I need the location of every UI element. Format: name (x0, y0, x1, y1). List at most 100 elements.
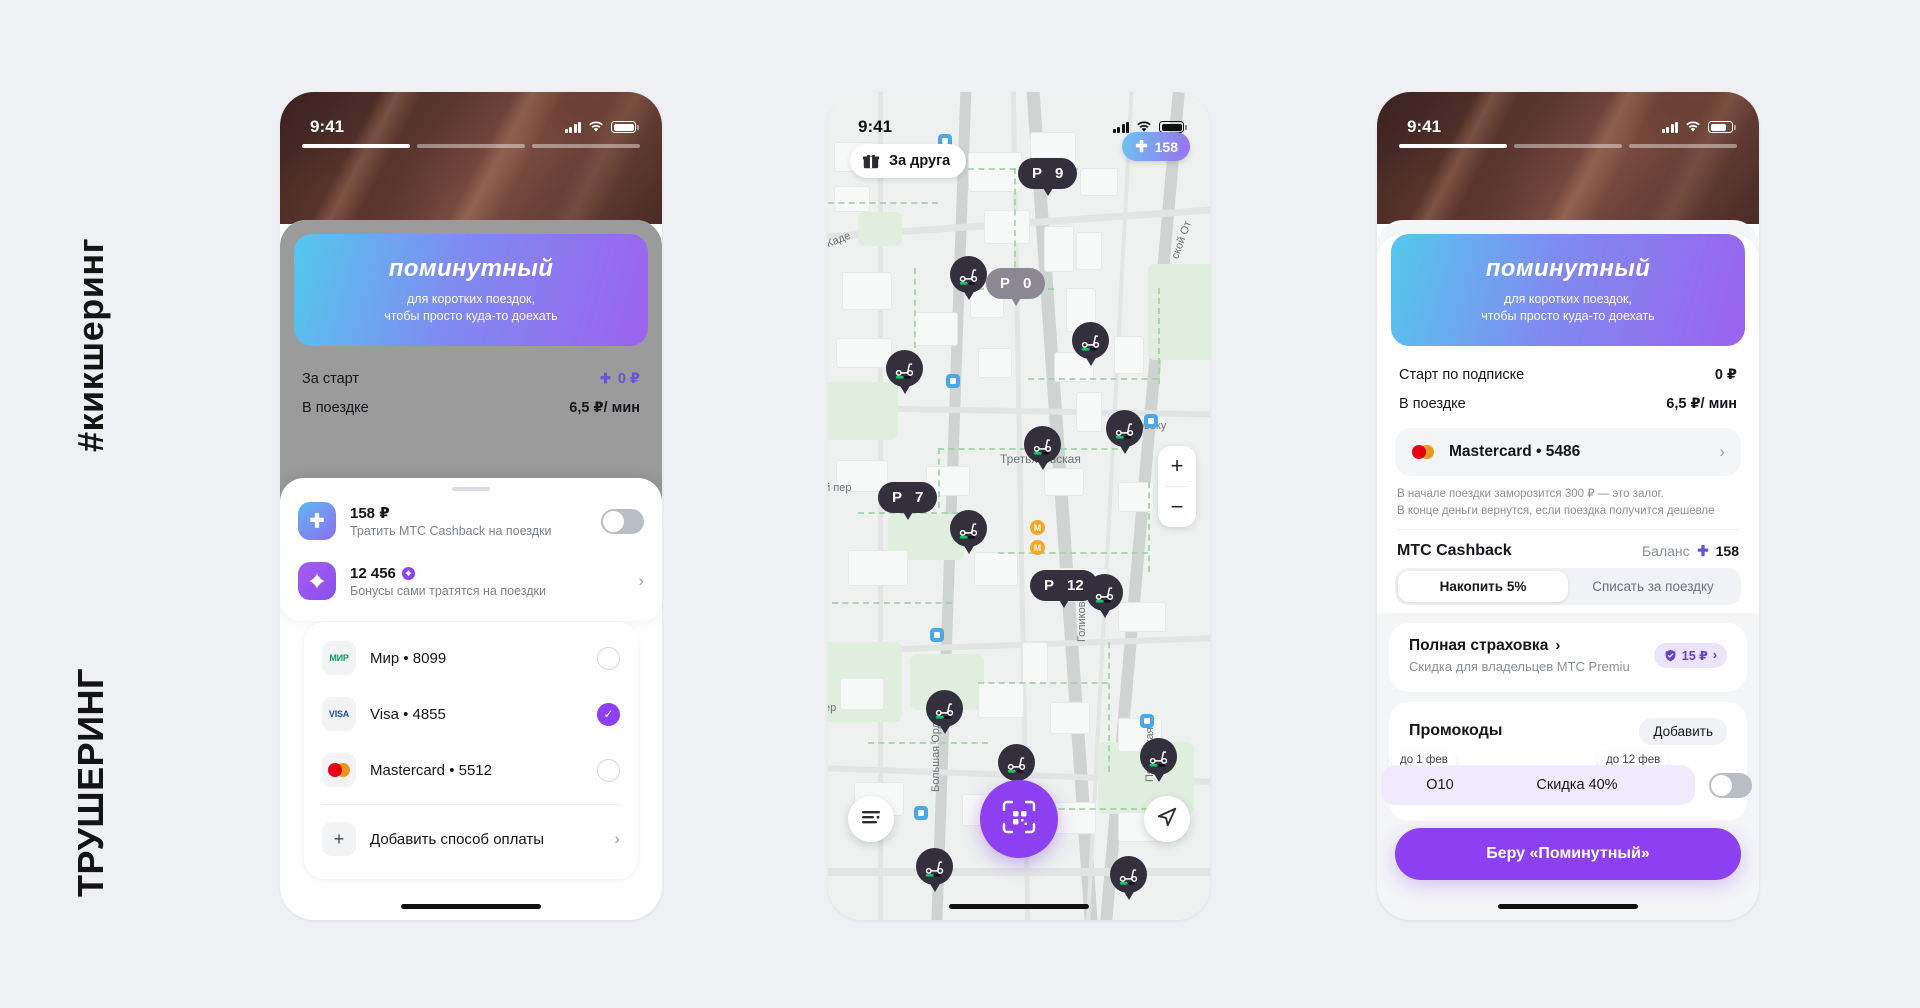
add-promocode-button[interactable]: Добавить (1639, 717, 1727, 745)
cashback-balance-value: 158 (1715, 542, 1739, 559)
parking-letter: P (1032, 165, 1043, 182)
filters-icon (861, 809, 881, 830)
cashback-section-header: МТС Cashback Баланс 158 (1377, 530, 1759, 568)
cashback-icon (599, 372, 612, 385)
signal-icon (1661, 121, 1678, 133)
cashback-mode-segmented[interactable]: Накопить 5% Списать за поездку (1395, 567, 1741, 605)
chevron-right-icon[interactable]: › (638, 571, 644, 591)
scooter-pin[interactable] (1024, 426, 1061, 463)
phone-screen-map: Каде ской От Новоку Третьяковская ий пер… (828, 92, 1210, 920)
filters-button[interactable] (848, 796, 894, 842)
ride-for-friend-button[interactable]: За друга (850, 144, 967, 178)
scooter-pin[interactable] (926, 690, 963, 727)
selected-payment-card[interactable]: Mastercard • 5486 › (1395, 428, 1741, 476)
parking-pin[interactable]: P 0 (986, 268, 1046, 299)
add-payment-method-label: Добавить способ оплаты (370, 830, 545, 848)
insurance-subtitle: Скидка для владельцев МТС Premiu (1409, 658, 1630, 674)
price-list: За старт 0 ₽ В поездке 6,5 ₽/ мин (280, 364, 662, 422)
cashback-row[interactable]: 158 ₽ Тратить МТС Cashback на поездки (280, 491, 662, 551)
cashback-title: МТС Cashback (1397, 541, 1512, 559)
cashback-balance-chip[interactable]: 158 (1121, 132, 1190, 161)
bonus-row[interactable]: 12 456 Бонусы сами тратятся на поездки › (280, 551, 662, 611)
gift-icon (862, 152, 880, 170)
map-canvas[interactable]: Каде ской От Новоку Третьяковская ий пер… (828, 92, 1210, 920)
parking-letter: P (1044, 577, 1055, 594)
promocode-card[interactable]: Скидка 40% (1459, 764, 1695, 805)
locate-button[interactable] (1144, 796, 1190, 842)
story-progress[interactable] (1377, 144, 1759, 148)
parking-pin[interactable]: P 9 (1018, 158, 1078, 189)
add-payment-method-row[interactable]: + Добавить способ оплаты › (304, 811, 638, 867)
bonus-subtitle: Бонусы сами тратятся на поездки (350, 583, 546, 598)
scooter-pin[interactable] (950, 510, 987, 547)
story-progress[interactable] (280, 144, 662, 148)
divider (322, 804, 620, 805)
payment-method-row[interactable]: Mastercard • 5512 (304, 742, 638, 798)
hashtag-trusharing-label: ТРУШЕРИНГ (70, 668, 111, 897)
cashback-mode-spend[interactable]: Списать за поездку (1568, 571, 1738, 602)
map-zoom-controls[interactable]: + − (1158, 446, 1196, 527)
tariff-banner-title: поминутный (388, 254, 554, 282)
payment-radio[interactable] (597, 758, 620, 782)
promocode-toggle[interactable] (1709, 772, 1752, 798)
status-time: 9:41 (1407, 117, 1442, 136)
story-progress-segment (302, 144, 410, 148)
payment-radio[interactable] (597, 646, 620, 670)
cashback-subtitle: Тратить МТС Cashback на поездки (350, 524, 552, 538)
cashback-mode-accumulate[interactable]: Накопить 5% (1398, 570, 1568, 602)
story-progress-segment (1399, 144, 1507, 148)
take-tariff-button[interactable]: Беру «Поминутный» (1395, 828, 1741, 880)
cashback-toggle[interactable] (601, 508, 644, 534)
price-value: 6,5 ₽/ мин (569, 399, 640, 416)
deposit-note-line-2: В конце деньги вернутся, если поездка по… (1397, 505, 1715, 518)
parking-pin[interactable]: P 12 (1030, 570, 1098, 601)
battery-icon (1708, 121, 1736, 133)
cashback-icon (1134, 139, 1149, 154)
qr-scan-button[interactable] (980, 780, 1058, 858)
payment-method-row[interactable]: VISA Visa • 4855 ✓ (304, 686, 638, 742)
tariff-banner[interactable]: поминутный для коротких поездок, чтобы п… (294, 234, 648, 346)
cashback-balance-value: 158 (1154, 138, 1178, 155)
price-label: В поездке (302, 399, 369, 416)
story-progress-segment (1514, 144, 1622, 148)
scooter-pin[interactable] (950, 256, 987, 293)
scooter-pin[interactable] (998, 744, 1035, 781)
scooter-pin[interactable] (1106, 410, 1143, 447)
home-indicator (1498, 904, 1638, 909)
cashback-balance-label: Баланс (1641, 542, 1690, 559)
chevron-right-icon[interactable]: › (1719, 442, 1725, 462)
cashback-amount: 158 ₽ (350, 505, 390, 522)
scooter-pin[interactable] (916, 848, 953, 885)
status-bar: 9:41 (280, 92, 662, 148)
cashback-icon (298, 502, 336, 540)
bonus-diamond-icon (298, 562, 336, 600)
payment-method-row[interactable]: МИР Мир • 8099 (304, 630, 638, 686)
insurance-price-badge[interactable]: 15 ₽ › (1653, 642, 1727, 668)
insurance-section[interactable]: Полная страховка › Скидка для владельцев… (1389, 622, 1747, 692)
chevron-right-icon[interactable]: › (614, 829, 620, 849)
chevron-right-icon[interactable]: › (1555, 637, 1560, 654)
shield-icon (1664, 649, 1677, 662)
price-row-start: За старт 0 ₽ (280, 364, 662, 393)
zoom-out-button[interactable]: − (1158, 487, 1196, 527)
parking-pin[interactable]: P 7 (878, 482, 938, 513)
phone-screen-payment-methods: 9:41 поминутный для коротких поездок, чт… (280, 92, 662, 920)
deposit-note: В начале поездки заморозится 300 ₽ — это… (1377, 476, 1759, 525)
tariff-banner-subtitle-1: для коротких поездок, (1504, 291, 1632, 306)
promocodes-title: Промокоды (1409, 722, 1503, 739)
payment-methods-card: МИР Мир • 8099 VISA Visa • 4855 ✓ Master… (304, 622, 638, 879)
scooter-pin[interactable] (1140, 738, 1177, 775)
mastercard-icon (322, 753, 356, 787)
zoom-in-button[interactable]: + (1158, 446, 1196, 486)
scooter-pin[interactable] (886, 350, 923, 387)
scooter-pin[interactable] (1110, 856, 1147, 893)
transport-stop-icon (914, 806, 928, 820)
story-progress-segment (1629, 144, 1737, 148)
promocodes-list[interactable]: до 1 фев О10 до 12 фев Скидка 40% (1381, 750, 1752, 807)
scooter-pin[interactable] (1072, 322, 1109, 359)
tariff-banner[interactable]: поминутный для коротких поездок, чтобы п… (1391, 234, 1745, 346)
street-label: пер (828, 702, 837, 714)
payment-radio-selected[interactable]: ✓ (597, 702, 620, 726)
take-tariff-label: Беру «Поминутный» (1486, 845, 1650, 862)
wifi-icon (588, 121, 604, 133)
